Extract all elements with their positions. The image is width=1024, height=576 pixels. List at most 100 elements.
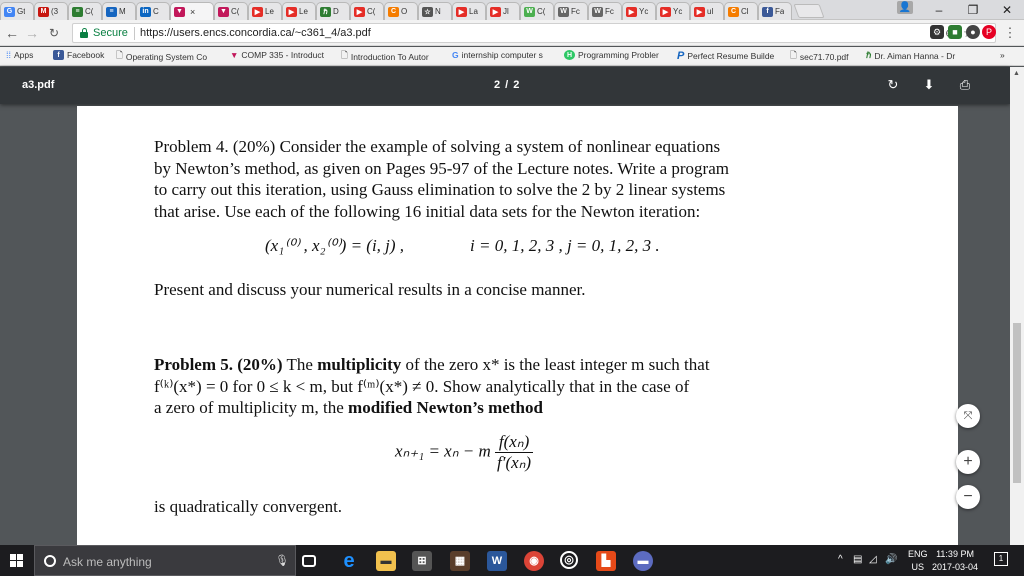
- tray-chevron-icon[interactable]: ^: [838, 554, 843, 565]
- vertical-scrollbar[interactable]: ▲: [1010, 67, 1024, 545]
- formula-numerator: f(xₙ): [495, 432, 534, 453]
- page-icon: 🗋: [341, 50, 348, 60]
- menu-icon[interactable]: ⋮: [1002, 24, 1018, 42]
- new-tab-button[interactable]: [793, 4, 825, 18]
- language-indicator[interactable]: ENG US: [908, 548, 928, 574]
- download-icon[interactable]: ⬇: [920, 76, 938, 94]
- scrollbar-thumb[interactable]: [1013, 323, 1021, 483]
- bookmark-apps[interactable]: ⁞⁞ Apps: [6, 50, 50, 60]
- zoom-in-button[interactable]: +: [956, 450, 980, 474]
- wifi-icon[interactable]: ◿: [869, 554, 877, 565]
- cortana-search-box[interactable]: Ask me anything 🎙: [34, 545, 296, 576]
- back-button[interactable]: ←: [4, 24, 20, 42]
- text-line: f⁽ᵏ⁾(x*) = 0 for 0 ≤ k < m, but f⁽ᵐ⁾(x*)…: [154, 376, 690, 396]
- browser-tab[interactable]: ▶ La: [452, 2, 486, 20]
- minimize-button[interactable]: –: [924, 0, 954, 20]
- file-explorer-icon[interactable]: ▬: [376, 551, 396, 571]
- apps-icon: ⁞⁞: [6, 50, 12, 60]
- newton-formula: xₙ₊₁ = xₙ − m f(xₙ) f′(xₙ): [395, 432, 534, 473]
- browser-tab[interactable]: G Gt: [0, 2, 34, 20]
- browser-tab[interactable]: CO: [384, 2, 418, 20]
- bookmarks-overflow[interactable]: »: [1000, 50, 1005, 60]
- notification-center-icon[interactable]: 1: [994, 552, 1008, 566]
- store-icon[interactable]: ⊞: [412, 551, 432, 571]
- forward-button[interactable]: →: [24, 24, 40, 42]
- browser-tab[interactable]: C Cl: [724, 2, 758, 20]
- edge-icon[interactable]: e: [339, 551, 359, 571]
- clock[interactable]: 11:39 PM 2017-03-04: [932, 548, 978, 574]
- network-icon[interactable]: ▤: [853, 554, 862, 565]
- windows-start-icon[interactable]: [10, 554, 24, 568]
- zoom-out-button[interactable]: −: [956, 485, 980, 509]
- pinterest-icon[interactable]: P: [982, 25, 996, 39]
- tab-label: C(: [85, 7, 94, 16]
- page-indicator: 2 / 2: [494, 79, 521, 91]
- bookmark-operating-system[interactable]: 🗋 Operating System Co: [116, 50, 228, 64]
- app-icon[interactable]: ▬: [633, 551, 653, 571]
- google-icon: G: [452, 50, 459, 60]
- green-extension-icon[interactable]: ■: [948, 25, 962, 39]
- word-icon[interactable]: W: [487, 551, 507, 571]
- profile-button[interactable]: 👤: [897, 1, 913, 14]
- volume-icon[interactable]: 🔊: [885, 554, 897, 565]
- browser-tab[interactable]: ℏD: [316, 2, 350, 20]
- bookmark-comp335[interactable]: ▼ COMP 335 - Introduct: [230, 50, 338, 60]
- restore-button[interactable]: ❐: [958, 0, 988, 20]
- chrome-icon[interactable]: ◉: [524, 551, 544, 571]
- extension-icon[interactable]: ⚙: [930, 25, 944, 39]
- problem-5-heading: Problem 5. (20%): [154, 355, 283, 374]
- bookmark-programming-problems[interactable]: H Programming Probler: [564, 50, 670, 60]
- scroll-up-icon[interactable]: ▲: [1013, 70, 1020, 77]
- bookmark-facebook[interactable]: f Facebook: [53, 50, 113, 60]
- browser-tab[interactable]: ▶ Le: [282, 2, 316, 20]
- browser-tab[interactable]: ≡ C(: [68, 2, 102, 20]
- microphone-icon[interactable]: 🎙: [275, 554, 289, 567]
- c-icon: C: [388, 6, 399, 17]
- browser-tab[interactable]: ▶ ul: [690, 2, 724, 20]
- youtube-icon: ▶: [694, 6, 705, 17]
- browser-tab[interactable]: f Fa: [758, 2, 792, 20]
- bookmark-aiman-hanna[interactable]: ℏ Dr. Aiman Hanna - Dr: [866, 50, 970, 61]
- tab-label: (3: [51, 7, 59, 16]
- browser-tab[interactable]: ▶ Yc: [622, 2, 656, 20]
- browser-tab[interactable]: W C(: [520, 2, 554, 20]
- browser-tab[interactable]: ≡ M: [102, 2, 136, 20]
- browser-tab[interactable]: W Fc: [588, 2, 622, 20]
- browser-tab[interactable]: ▼ ×: [170, 2, 214, 20]
- print-icon[interactable]: ⎙: [956, 76, 974, 94]
- problem-5-conclusion: is quadratically convergent.: [154, 497, 343, 516]
- office-icon[interactable]: ▙: [596, 551, 616, 571]
- bookmark-intro-automata[interactable]: 🗋 Introduction To Autor: [341, 50, 448, 64]
- bookmark-sec71[interactable]: 🗋 sec71.70.pdf: [790, 50, 862, 64]
- facebook-icon: f: [762, 6, 773, 17]
- record-icon[interactable]: ◎: [560, 551, 578, 569]
- browser-tab[interactable]: W Fc: [554, 2, 588, 20]
- task-view-icon[interactable]: [302, 555, 316, 567]
- bookmark-internship[interactable]: Ginternship computer s: [452, 50, 558, 60]
- close-tab-icon[interactable]: ×: [190, 7, 195, 17]
- minecraft-icon[interactable]: ▦: [450, 551, 470, 571]
- browser-tab[interactable]: ▶ Jl: [486, 2, 520, 20]
- browser-tab[interactable]: M (3: [34, 2, 68, 20]
- browser-tab[interactable]: ▼ C(: [214, 2, 248, 20]
- reload-button[interactable]: ↻: [46, 24, 62, 42]
- tab-label: Yc: [673, 7, 683, 16]
- close-window-button[interactable]: ✕: [992, 0, 1022, 20]
- url-text[interactable]: https://users.encs.concordia.ca/~c361_4/…: [140, 27, 371, 39]
- browser-tab[interactable]: in C: [136, 2, 170, 20]
- problem-5-paragraph: Problem 5. (20%) The multiplicity of the…: [154, 354, 814, 419]
- dark-extension-icon[interactable]: ●: [966, 25, 980, 39]
- secure-label: Secure: [93, 27, 128, 39]
- tab-label: Fc: [571, 7, 580, 16]
- browser-tab[interactable]: ▶ Le: [248, 2, 282, 20]
- rotate-icon[interactable]: ↻: [884, 76, 902, 94]
- pdf-page: Problem 4. (20%) Consider the example of…: [77, 106, 958, 545]
- browser-tab[interactable]: ▶ Yc: [656, 2, 690, 20]
- bookmark-resume-builder[interactable]: P Perfect Resume Builde: [677, 50, 785, 62]
- browser-tab[interactable]: ☆ N: [418, 2, 452, 20]
- browser-tab[interactable]: ▶ C(: [350, 2, 384, 20]
- fit-page-button[interactable]: ⤧: [956, 404, 980, 428]
- address-bar[interactable]: Secure https://users.encs.concordia.ca/~…: [72, 23, 996, 43]
- youtube-icon: ▶: [626, 6, 637, 17]
- tab-strip: G Gt M (3 ≡ C(≡ Min C ▼ × ▼ C(▶ Le ▶ Le ℏ D ▶ C(C O ☆ N ▶ La ▶ Jl…: [0, 0, 1024, 20]
